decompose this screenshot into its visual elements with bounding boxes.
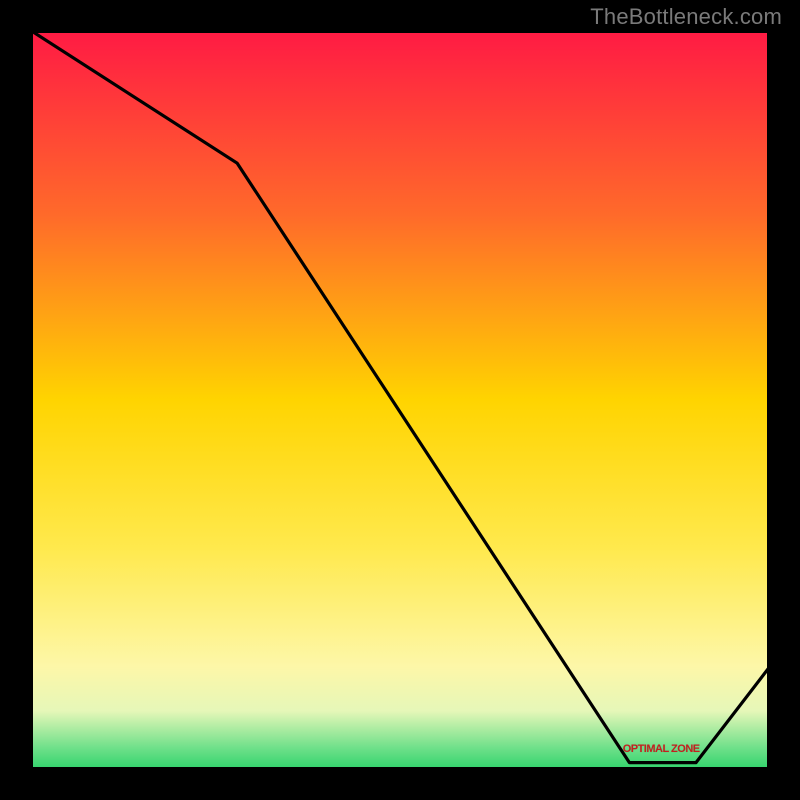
optimal-zone-annotation: OPTIMAL ZONE [623,743,700,755]
chart-svg [30,30,770,770]
plot-area: OPTIMAL ZONE [30,30,770,770]
chart-frame: TheBottleneck.com OPTIMAL ZONE [0,0,800,800]
gradient-background [30,30,770,770]
watermark-text: TheBottleneck.com [590,4,782,30]
